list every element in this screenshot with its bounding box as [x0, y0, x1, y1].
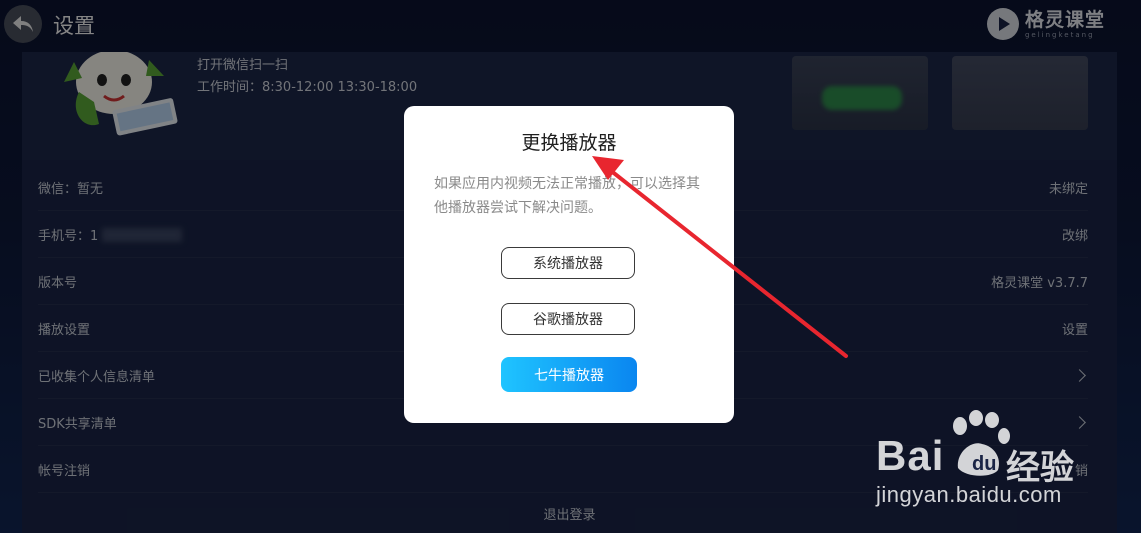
paw-logo-icon: du	[953, 410, 1010, 476]
watermark-url: jingyan.baidu.com	[876, 482, 1062, 507]
baidu-watermark: Bai du 经验 jingyan.baidu.com	[876, 410, 1136, 530]
system-player-button[interactable]: 系统播放器	[501, 247, 635, 279]
google-player-button[interactable]: 谷歌播放器	[501, 303, 635, 335]
player-dialog: 更换播放器 如果应用内视频无法正常播放，可以选择其他播放器尝试下解决问题。 系统…	[404, 106, 734, 423]
watermark-brand-left: Bai	[876, 432, 945, 479]
dialog-description: 如果应用内视频无法正常播放，可以选择其他播放器尝试下解决问题。	[434, 176, 700, 216]
qiniu-player-button[interactable]: 七牛播放器	[501, 357, 637, 392]
svg-text:du: du	[972, 453, 996, 475]
dialog-title: 更换播放器	[521, 132, 617, 154]
